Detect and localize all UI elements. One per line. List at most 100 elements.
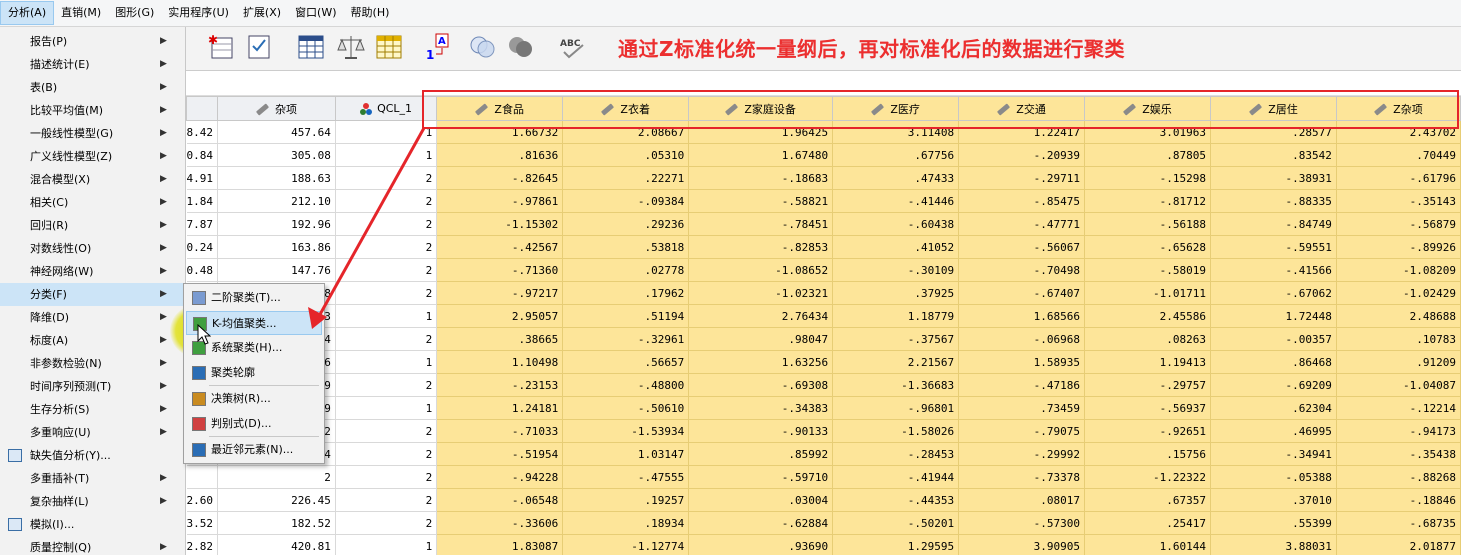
column-header[interactable]: Z娱乐 xyxy=(1084,96,1212,121)
table-cell[interactable]: -.58821 xyxy=(688,189,834,213)
table-cell[interactable]: -.35143 xyxy=(1336,189,1461,213)
table-cell[interactable]: 2 xyxy=(335,442,438,466)
classify-menu-item[interactable]: 最近邻元素(N)... xyxy=(186,438,322,462)
table-cell[interactable]: -.51954 xyxy=(436,442,564,466)
table-cell[interactable]: .25417 xyxy=(1084,511,1212,535)
column-header[interactable] xyxy=(186,96,218,121)
table-cell[interactable]: -.23153 xyxy=(436,373,564,397)
table-cell[interactable]: -.56067 xyxy=(958,235,1086,259)
analyze-menu-item[interactable]: 相关(C) ▶ xyxy=(0,191,185,214)
analyze-menu-item[interactable]: 报告(P) ▶ xyxy=(0,30,185,53)
table-cell[interactable]: 2.43702 xyxy=(1336,120,1461,144)
value-labels-icon[interactable]: A1 xyxy=(424,32,454,62)
table-cell[interactable]: -.41446 xyxy=(832,189,960,213)
balance-scale-icon[interactable] xyxy=(336,32,366,62)
table-cell[interactable]: -.35438 xyxy=(1336,442,1461,466)
analyze-menu-item[interactable]: 对数线性(O) ▶ xyxy=(0,237,185,260)
table-cell[interactable]: -.88335 xyxy=(1210,189,1337,213)
menu-5[interactable]: 窗口(W) xyxy=(288,1,343,25)
table-cell[interactable]: -.41566 xyxy=(1210,258,1337,282)
table-cell[interactable]: .28577 xyxy=(1210,120,1337,144)
select-cases-icon[interactable]: ✱ xyxy=(206,32,236,62)
table-cell[interactable]: 2 xyxy=(335,281,438,305)
table-cell[interactable]: -.58019 xyxy=(1084,258,1212,282)
table-cell[interactable]: -.29757 xyxy=(1084,373,1212,397)
table-cell[interactable]: -.47555 xyxy=(562,465,690,489)
table-cell[interactable]: -.85475 xyxy=(958,189,1086,213)
table-cell[interactable]: 182.52 xyxy=(217,511,336,535)
table-cell[interactable]: 212.10 xyxy=(217,189,336,213)
column-header[interactable]: Z交通 xyxy=(958,96,1086,121)
analyze-menu-item[interactable]: 回归(R) ▶ xyxy=(0,214,185,237)
table-cell[interactable]: -.18683 xyxy=(688,166,834,190)
analyze-menu-item[interactable]: 广义线性模型(Z) ▶ xyxy=(0,145,185,168)
table-cell[interactable]: 1.24181 xyxy=(436,396,564,420)
table-cell[interactable]: .19257 xyxy=(562,488,690,512)
table-cell[interactable]: -.97861 xyxy=(436,189,564,213)
analyze-menu-item[interactable]: 多重插补(T) ▶ xyxy=(0,467,185,490)
table-cell[interactable]: .29236 xyxy=(562,212,690,236)
menu-3[interactable]: 实用程序(U) xyxy=(161,1,236,25)
table-cell[interactable]: 1.63256 xyxy=(688,350,834,374)
analyze-menu-item[interactable]: 描述统计(E) ▶ xyxy=(0,53,185,76)
table-cell[interactable]: -.47186 xyxy=(958,373,1086,397)
table-cell[interactable]: 3.01963 xyxy=(1084,120,1212,144)
table-cell[interactable]: 3.88031 xyxy=(1210,534,1337,555)
table-cell[interactable]: 2 xyxy=(335,419,438,443)
table-cell[interactable]: .37925 xyxy=(832,281,960,305)
table-cell[interactable]: -.12214 xyxy=(1336,396,1461,420)
table-cell[interactable]: -1.22322 xyxy=(1084,465,1212,489)
table-cell[interactable]: 8.42 xyxy=(186,120,218,144)
table-cell[interactable]: -1.02429 xyxy=(1336,281,1461,305)
table-cell[interactable]: 1.60144 xyxy=(1084,534,1212,555)
analyze-menu-item[interactable]: 分类(F) ▶ xyxy=(0,283,185,306)
table-cell[interactable]: -1.04087 xyxy=(1336,373,1461,397)
table-cell[interactable]: .56657 xyxy=(562,350,690,374)
table-cell[interactable]: 1.68566 xyxy=(958,304,1086,328)
column-header[interactable]: Z衣着 xyxy=(562,96,690,121)
table-cell[interactable]: -.30109 xyxy=(832,258,960,282)
table-cell[interactable]: 1.19413 xyxy=(1084,350,1212,374)
table-cell[interactable]: -.71033 xyxy=(436,419,564,443)
analyze-menu-item[interactable]: 时间序列预测(T) ▶ xyxy=(0,375,185,398)
analyze-menu-item[interactable]: 质量控制(Q) ▶ xyxy=(0,536,185,559)
table-cell[interactable]: 1 xyxy=(335,396,438,420)
table-cell[interactable]: -1.12774 xyxy=(562,534,690,555)
table-cell[interactable]: .51194 xyxy=(562,304,690,328)
table-cell[interactable]: .83542 xyxy=(1210,143,1337,167)
table-cell[interactable]: -.56937 xyxy=(1084,396,1212,420)
table-cell[interactable]: 2 xyxy=(335,189,438,213)
column-header[interactable]: Z家庭设备 xyxy=(688,96,834,121)
table-cell[interactable]: -.60438 xyxy=(832,212,960,236)
analyze-menu-item[interactable]: 生存分析(S) ▶ xyxy=(0,398,185,421)
table-cell[interactable]: .05310 xyxy=(562,143,690,167)
table-cell[interactable]: -1.08209 xyxy=(1336,258,1461,282)
table-cell[interactable]: 1.72448 xyxy=(1210,304,1337,328)
table-cell[interactable]: -.57300 xyxy=(958,511,1086,535)
classify-menu-item[interactable]: 决策树(R)... xyxy=(186,387,322,411)
table-cell[interactable]: -.29992 xyxy=(958,442,1086,466)
table-cell[interactable]: 2.76434 xyxy=(688,304,834,328)
table-cell[interactable]: -.67407 xyxy=(958,281,1086,305)
table-cell[interactable]: -1.58026 xyxy=(832,419,960,443)
table-cell[interactable]: -.70498 xyxy=(958,258,1086,282)
table-cell[interactable]: -.78451 xyxy=(688,212,834,236)
table-cell[interactable]: 3.11408 xyxy=(832,120,960,144)
table-cell[interactable]: -.06548 xyxy=(436,488,564,512)
spell-check-icon[interactable]: ABC xyxy=(558,32,588,62)
table-cell[interactable]: .15756 xyxy=(1084,442,1212,466)
table-cell[interactable]: .22271 xyxy=(562,166,690,190)
table-cell[interactable]: 2 xyxy=(217,465,336,489)
menu-2[interactable]: 图形(G) xyxy=(108,1,161,25)
table-cell[interactable]: -.05388 xyxy=(1210,465,1337,489)
analyze-menu-item[interactable]: 混合模型(X) ▶ xyxy=(0,168,185,191)
table-cell[interactable]: 2.45586 xyxy=(1084,304,1212,328)
table-cell[interactable]: -.32961 xyxy=(562,327,690,351)
table-cell[interactable]: 226.45 xyxy=(217,488,336,512)
table-cell[interactable]: 1 xyxy=(335,143,438,167)
table-cell[interactable]: 457.64 xyxy=(217,120,336,144)
menu-0[interactable]: 分析(A) xyxy=(0,1,55,25)
table-cell[interactable]: 1.84 xyxy=(186,189,218,213)
column-header[interactable]: 杂项 xyxy=(217,96,336,121)
table-cell[interactable]: .03004 xyxy=(688,488,834,512)
